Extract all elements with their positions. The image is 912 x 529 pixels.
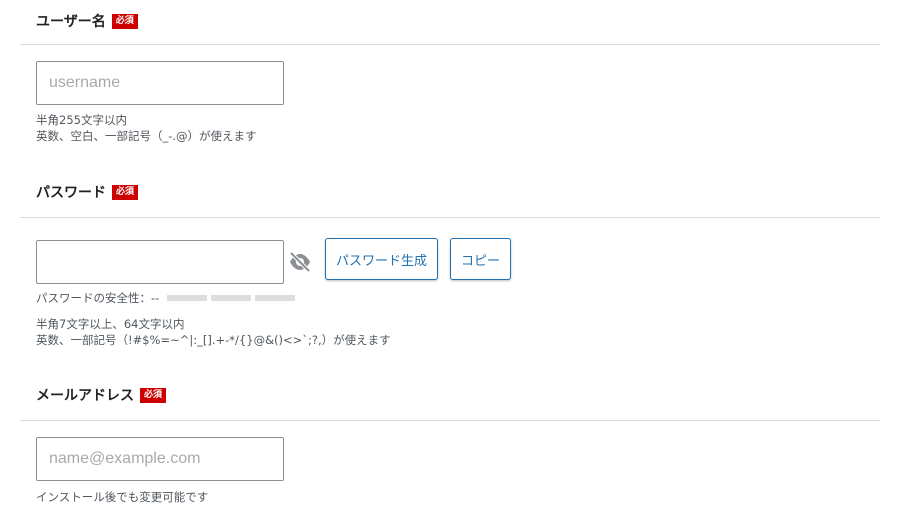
password-input[interactable]	[36, 240, 284, 284]
required-badge: 必須	[111, 13, 138, 29]
password-section-title: パスワード 必須	[36, 182, 139, 202]
install-form: ユーザー名 必須 半角255文字以内 英数、空白、一部記号（_-.@）が使えます…	[0, 0, 912, 529]
eye-slash-icon[interactable]	[288, 251, 312, 273]
username-help-line: 英数、空白、一部記号（_-.@）が使えます	[36, 129, 257, 143]
required-badge: 必須	[112, 184, 139, 200]
username-input[interactable]	[36, 61, 284, 105]
email-help-line: インストール後でも変更可能です	[36, 490, 209, 504]
password-help-line: 半角7文字以上、64文字以内	[36, 317, 185, 331]
strength-label: パスワードの安全性：--	[36, 291, 160, 305]
divider	[20, 44, 880, 45]
divider	[20, 420, 880, 421]
email-label: メールアドレス	[36, 388, 134, 404]
generate-password-button[interactable]: パスワード生成	[325, 238, 439, 280]
username-help-line: 半角255文字以内	[36, 113, 127, 127]
email-input[interactable]	[36, 437, 284, 481]
strength-bar	[167, 295, 208, 301]
strength-bar	[255, 295, 296, 301]
email-help: インストール後でも変更可能です	[36, 489, 208, 505]
password-help: 半角7文字以上、64文字以内 英数、一部記号（!#$%=~^|:_[].+-*/…	[36, 316, 391, 348]
password-help-line: 英数、一部記号（!#$%=~^|:_[].+-*/{}@&()<>`;?,）が使…	[36, 333, 391, 347]
email-section-title: メールアドレス 必須	[36, 385, 167, 405]
required-badge: 必須	[140, 387, 167, 403]
username-help: 半角255文字以内 英数、空白、一部記号（_-.@）が使えます	[36, 112, 257, 144]
strength-meter	[167, 295, 299, 301]
username-label: ユーザー名	[36, 14, 106, 30]
password-label: パスワード	[36, 185, 106, 201]
password-strength: パスワードの安全性：--	[36, 290, 299, 306]
strength-bar	[211, 295, 252, 301]
divider	[20, 217, 880, 218]
username-section-title: ユーザー名 必須	[36, 11, 138, 31]
copy-button[interactable]: コピー	[450, 238, 512, 280]
